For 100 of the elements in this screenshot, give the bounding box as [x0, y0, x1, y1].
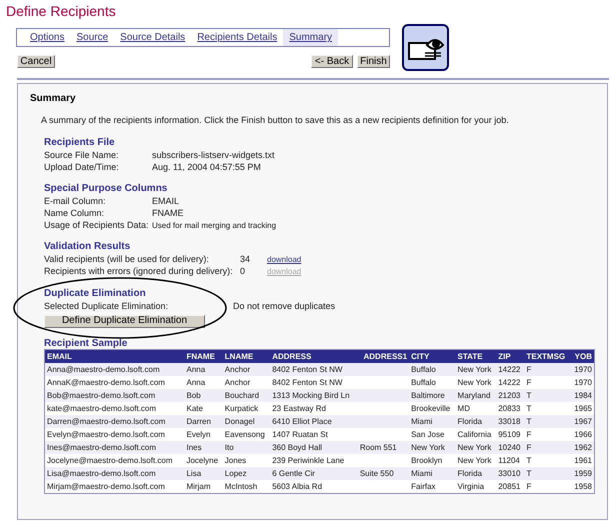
- table-cell: Jocelyne: [184, 454, 223, 466]
- field-value: 0: [240, 264, 246, 278]
- table-cell: 1984: [570, 388, 594, 402]
- table-cell: T: [524, 466, 570, 480]
- table-cell: New York: [456, 454, 496, 466]
- table-cell: Jones: [222, 454, 270, 466]
- table-cell: F: [524, 480, 570, 493]
- column-header: FNAME: [184, 349, 223, 362]
- table-cell: 14222: [496, 376, 524, 388]
- field-label: Usage of Recipients Data:: [44, 218, 148, 232]
- table-cell: 10240: [496, 440, 524, 454]
- wizard-tab[interactable]: Options: [24, 29, 70, 46]
- table-cell: 1958: [570, 480, 594, 493]
- table-cell: Maryland: [456, 388, 496, 402]
- table-cell: 20833: [496, 402, 524, 414]
- table-cell: 1965: [570, 402, 594, 414]
- table-cell: 1961: [570, 454, 594, 466]
- column-header: TEXTMSG: [524, 349, 570, 362]
- table-cell: 14222: [496, 362, 524, 376]
- table-cell: 1407 Ruatan St: [270, 428, 358, 440]
- table-cell: Florida: [456, 466, 496, 480]
- table-cell: Anna@maestro-demo.lsoft.com: [44, 362, 184, 376]
- table-cell: Jocelyne@maestro-demo.lsoft.com: [44, 454, 184, 466]
- table-cell: Eavensong: [222, 428, 270, 440]
- table-cell: New York: [456, 440, 496, 454]
- table-cell: kate@maestro-demo.lsoft.com: [44, 402, 184, 414]
- table-cell: San Jose: [409, 428, 456, 440]
- field-label: Name Column:: [44, 206, 106, 220]
- field-label: Valid recipients (will be used for delivery):: [44, 252, 210, 266]
- table-cell: Ito: [222, 440, 270, 454]
- table-cell: Suite 550: [358, 466, 410, 480]
- field-label: E-mail Column:: [44, 194, 107, 208]
- wizard-tab[interactable]: Source: [70, 29, 114, 46]
- subsection-heading: Duplicate Elimination: [44, 286, 147, 300]
- table-cell: T: [524, 454, 570, 466]
- define-duplicate-elimination-button[interactable]: Define Duplicate Elimination: [44, 314, 205, 328]
- table-cell: 8402 Fenton St NW: [270, 362, 358, 376]
- column-header: ZIP: [496, 349, 524, 362]
- table-cell: 8402 Fenton St NW: [270, 376, 358, 388]
- field-value: Do not remove duplicates: [233, 300, 336, 313]
- table-cell: T: [524, 414, 570, 428]
- table-cell: 239 Periwinkle Lane: [270, 454, 358, 466]
- cancel-button[interactable]: Cancel: [17, 55, 55, 68]
- table-cell: F: [524, 440, 570, 454]
- field-label: Source File Name:: [44, 148, 120, 162]
- table-cell: Mirjam: [184, 480, 223, 493]
- table-cell: Evelyn: [184, 428, 223, 440]
- table-cell: Ines@maestro-demo.lsoft.com: [44, 440, 184, 454]
- table-cell: 1967: [570, 414, 594, 428]
- subsection-heading: Validation Results: [44, 240, 132, 254]
- table-cell: 6 Gentle Cir: [270, 466, 358, 480]
- table-cell: Anchor: [222, 362, 270, 376]
- table-cell: T: [524, 388, 570, 402]
- table-cell: 11204: [496, 454, 524, 466]
- table-cell: F: [524, 376, 570, 388]
- table-cell: Buffalo: [409, 362, 456, 376]
- table-cell: Baltimore: [409, 388, 456, 402]
- table-cell: F: [524, 428, 570, 440]
- field-value: EMAIL: [152, 194, 180, 208]
- download-link[interactable]: download: [267, 254, 302, 266]
- column-header: CITY: [409, 349, 456, 362]
- table-cell: Lopez: [222, 466, 270, 480]
- field-value: 34: [240, 252, 252, 266]
- table-cell: 20851: [496, 480, 524, 493]
- table-cell: Darren@maestro-demo.lsoft.com: [44, 414, 184, 428]
- finish-button[interactable]: Finish: [357, 55, 390, 68]
- table-cell: California: [456, 428, 496, 440]
- column-header: YOB: [570, 349, 594, 362]
- table-cell: New York: [456, 376, 496, 388]
- section-heading: Summary: [30, 92, 77, 106]
- table-cell: Bouchard: [222, 388, 270, 402]
- table-cell: Room 551: [358, 440, 410, 454]
- table-cell: Miami: [409, 466, 456, 480]
- table-cell: 1959: [570, 466, 594, 480]
- field-label: Upload Date/Time:: [44, 160, 120, 174]
- table-cell: 1966: [570, 428, 594, 440]
- summary-description: A summary of the recipients information. Click the Finish button to save this as a new recipients definition for your job.: [41, 114, 510, 127]
- table-cell: McIntosh: [222, 480, 270, 493]
- table-cell: F: [524, 362, 570, 376]
- subsection-heading: Recipients File: [44, 136, 116, 150]
- table-cell: New York: [456, 362, 496, 376]
- table-cell: Ines: [184, 440, 223, 454]
- column-header: ADDRESS1: [358, 349, 410, 362]
- column-header: ADDRESS: [270, 349, 358, 362]
- table-cell: Lisa@maestro-demo.lsoft.com: [44, 466, 184, 480]
- table-cell: 1970: [570, 376, 594, 388]
- wizard-tab[interactable]: Source Details: [114, 29, 192, 46]
- subsection-heading: Recipient Sample: [44, 338, 128, 348]
- back-button[interactable]: <- Back: [311, 55, 353, 68]
- table-cell: 360 Boyd Hall: [270, 440, 358, 454]
- table-cell: 33010: [496, 466, 524, 480]
- table-cell: AnnaK@maestro-demo.lsoft.com: [44, 376, 184, 388]
- field-value: Used for mail merging and tracking: [152, 220, 276, 232]
- page-title: Define Recipients: [6, 2, 116, 21]
- subsection-heading: Special Purpose Columns: [44, 182, 168, 196]
- table-cell: Lisa: [184, 466, 223, 480]
- wizard-tab[interactable]: Recipients Details: [191, 29, 284, 46]
- table-cell: Brookeville: [409, 402, 456, 414]
- table-cell: Brooklyn: [409, 454, 456, 466]
- wizard-tab[interactable]: Summary: [283, 29, 338, 46]
